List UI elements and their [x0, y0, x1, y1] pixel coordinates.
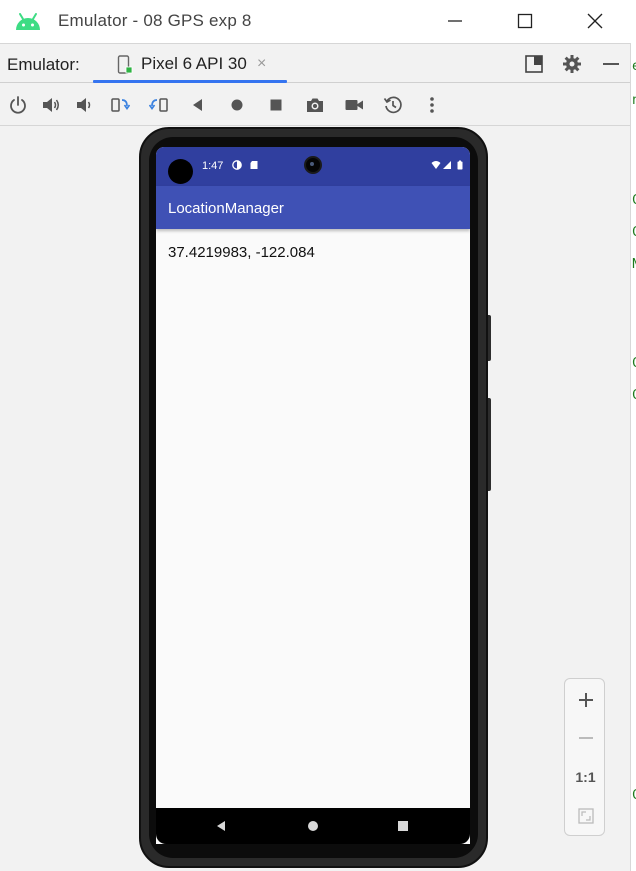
screen-record-button[interactable] — [343, 94, 365, 116]
camera-icon — [307, 98, 323, 112]
app-toolbar: LocationManager — [156, 186, 470, 229]
signal-icon — [443, 161, 451, 169]
rotate-right-icon — [149, 98, 168, 112]
minus-icon — [603, 63, 619, 65]
minus-icon — [578, 737, 593, 739]
power-icon — [10, 96, 26, 114]
rotate-left-icon — [111, 98, 130, 112]
emulator-toolbar — [0, 84, 630, 126]
minimize-button[interactable] — [437, 6, 473, 36]
zoom-out-button[interactable] — [565, 719, 606, 757]
panel-layout-icon — [525, 55, 543, 73]
hide-panel-button[interactable] — [600, 53, 622, 75]
more-options-button[interactable] — [421, 94, 443, 116]
android-navigation-bar — [156, 808, 470, 844]
close-window-button[interactable] — [577, 6, 613, 36]
android-logo-icon — [16, 13, 40, 30]
battery-icon — [457, 160, 463, 170]
rotate-right-button[interactable] — [148, 94, 170, 116]
volume-up-button[interactable] — [40, 94, 62, 116]
punch-hole-icon — [168, 159, 193, 184]
overview-button[interactable] — [265, 94, 287, 116]
close-icon — [587, 13, 603, 29]
emulator-label: Emulator: — [7, 55, 80, 74]
volume-up-icon — [43, 98, 59, 112]
snapshot-restore-button[interactable] — [382, 94, 404, 116]
data-saver-icon — [232, 160, 242, 170]
device-screen[interactable]: 1:47 LocationManager 37.4219983, -122.08… — [156, 147, 470, 844]
front-camera-icon — [304, 156, 322, 174]
background-editor-strip: e n C C N C C C — [630, 43, 636, 871]
more-vertical-icon — [430, 97, 434, 113]
android-status-bar: 1:47 — [156, 147, 470, 186]
home-button[interactable] — [226, 94, 248, 116]
back-button[interactable] — [187, 94, 209, 116]
emulator-tab-row: Emulator: Pixel 6 API 30 × — [0, 43, 630, 83]
window-titlebar: Emulator - 08 GPS exp 8 — [0, 0, 636, 43]
maximize-icon — [517, 13, 533, 29]
actual-size-button[interactable]: 1:1 — [565, 758, 606, 796]
home-circle-icon — [231, 99, 243, 111]
video-camera-icon — [345, 100, 363, 110]
gear-icon — [563, 55, 581, 73]
fit-screen-icon — [577, 808, 594, 824]
nav-home-icon[interactable] — [306, 819, 320, 833]
window-title: Emulator - 08 GPS exp 8 — [58, 11, 252, 30]
app-title: LocationManager — [168, 200, 284, 217]
zoom-in-button[interactable] — [565, 681, 606, 719]
device-phone-icon — [117, 55, 133, 74]
restore-clock-icon — [383, 96, 402, 114]
zoom-controls: 1:1 — [564, 678, 605, 836]
layout-toggle-button[interactable] — [523, 53, 545, 75]
minimize-icon — [448, 20, 462, 22]
rotate-left-button[interactable] — [109, 94, 131, 116]
maximize-button[interactable] — [507, 6, 543, 36]
settings-button[interactable] — [561, 53, 583, 75]
tab-label: Pixel 6 API 30 — [141, 54, 247, 73]
screenshot-button[interactable] — [304, 94, 326, 116]
status-time: 1:47 — [202, 160, 224, 172]
tab-close-icon[interactable]: × — [257, 55, 266, 73]
sd-card-icon — [250, 161, 258, 169]
location-coordinates-text: 37.4219983, -122.084 — [168, 244, 315, 261]
power-button[interactable] — [7, 94, 29, 116]
active-tab-indicator — [93, 80, 287, 83]
volume-down-button[interactable] — [73, 94, 95, 116]
overview-square-icon — [270, 99, 282, 111]
wifi-icon — [431, 161, 441, 169]
tab-pixel-6-api-30[interactable]: Pixel 6 API 30 × — [93, 44, 287, 83]
fit-screen-button[interactable] — [565, 797, 606, 835]
back-triangle-icon — [193, 99, 202, 111]
plus-icon — [578, 693, 593, 707]
volume-down-icon — [77, 98, 91, 112]
nav-back-icon[interactable] — [214, 819, 228, 833]
nav-recents-icon[interactable] — [396, 819, 410, 833]
